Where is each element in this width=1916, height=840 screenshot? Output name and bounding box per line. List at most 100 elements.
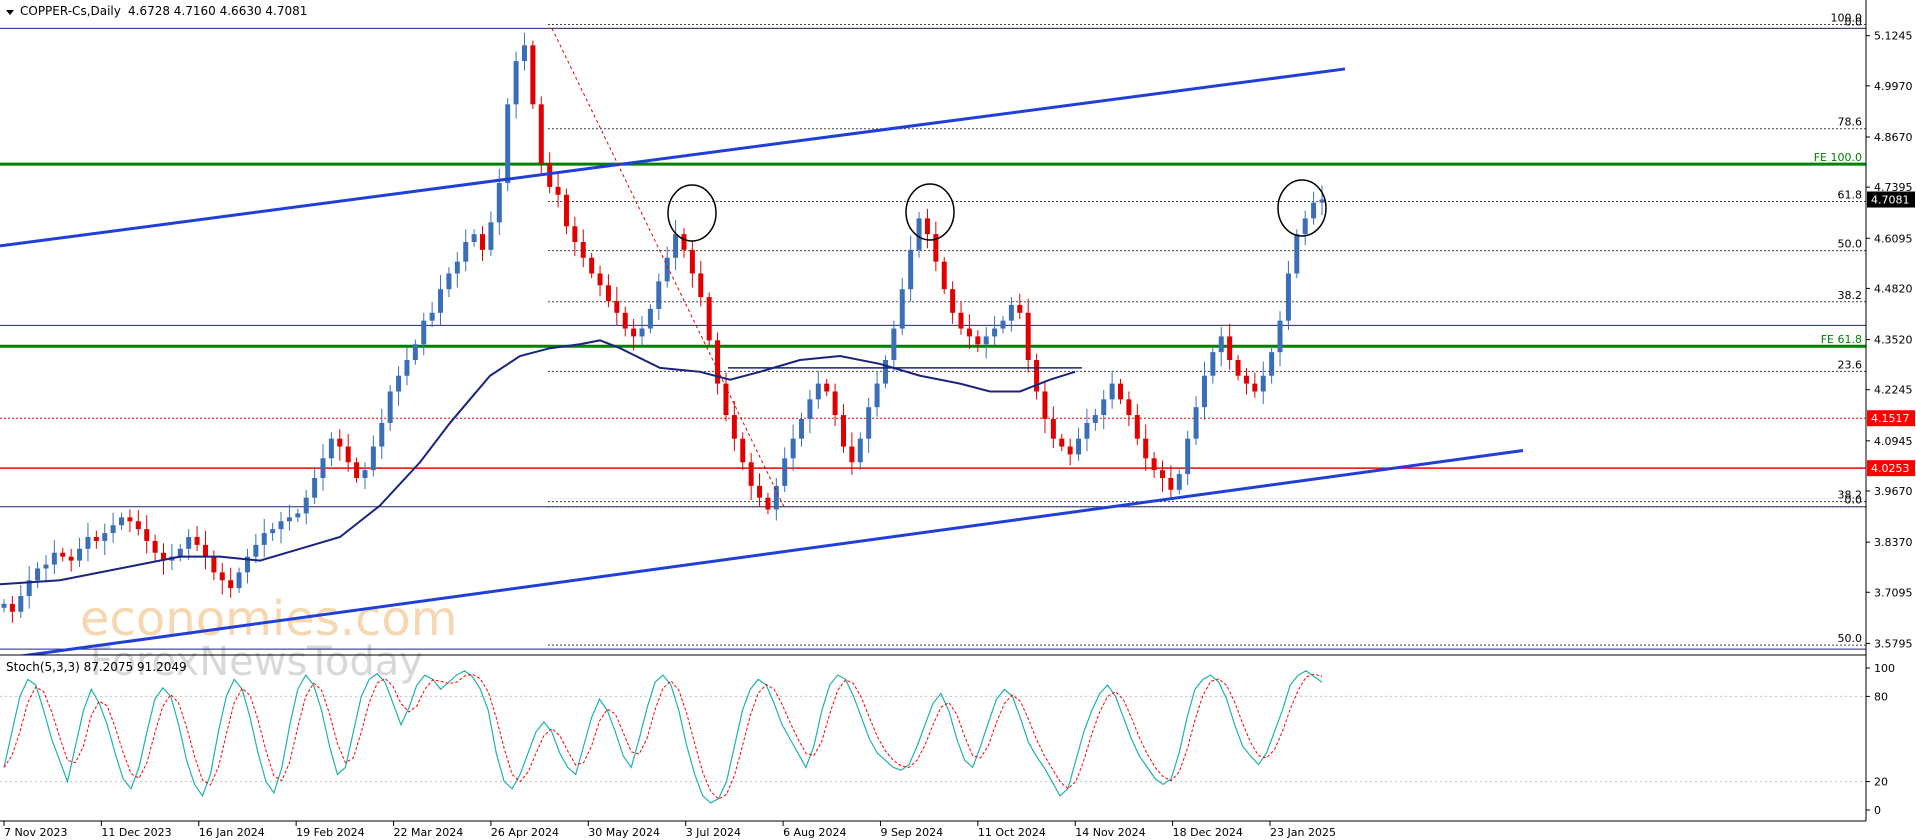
candle-body [1134,415,1140,439]
price-box-label: 4.1517 [1871,412,1910,425]
candle-body [656,281,662,309]
price-tick-label: 4.4820 [1874,282,1913,295]
candle-body [950,289,956,313]
candle-body [1143,438,1149,459]
candle-body [1076,438,1082,455]
candle-body [35,568,41,581]
candle-body [488,222,494,250]
candle-body [1227,336,1233,360]
candle-body [496,183,502,223]
candle-body [295,513,301,518]
fib-label: 38.2 [1838,289,1863,302]
price-chart[interactable]: economies.com ForexNewsToday 100.00.078.… [0,0,1916,840]
candle-body [874,383,880,408]
candle-body [639,328,645,337]
candle-body [186,537,192,549]
candle-body [345,446,351,463]
candle-body [1008,304,1014,321]
candle-body [840,415,846,447]
candle-body [815,383,821,400]
candle-body [631,328,637,337]
candle-body [513,61,519,105]
candle-body [698,273,704,298]
price-box-label: 4.7081 [1871,194,1910,207]
candle-body [9,603,15,612]
candle-body [975,336,981,345]
candle-body [782,458,788,486]
candle-body [1126,399,1132,416]
candle-body [530,45,536,105]
candle-body [1269,352,1275,376]
candle-body [807,399,813,419]
candle-body [849,446,855,463]
stoch-label: Stoch(5,3,3) 87.2075 91.2049 [6,660,187,674]
candle-body [505,104,511,183]
candle-body [429,312,435,321]
fib-label: FE 61.8 [1821,333,1862,346]
price-tick-label: 4.0945 [1874,435,1913,448]
candle-body [1,603,7,608]
fib-label: 23.6 [1838,358,1863,371]
candle-body [1235,360,1241,376]
price-box-label: 4.0253 [1871,462,1910,475]
candle-body [1311,202,1317,219]
candle-body [899,289,905,329]
candle-body [1243,375,1249,384]
stoch-tick-label: 80 [1874,690,1888,703]
price-tick-label: 4.8670 [1874,131,1913,144]
candle-body [119,517,125,526]
candle-body [866,407,872,439]
candle-body [379,422,385,447]
candle-body [177,548,183,557]
candle-body [857,438,863,463]
fib-label: 0.0 [1845,494,1863,507]
fib-label: 50.0 [1838,632,1863,645]
candle-body [337,438,343,447]
candle-body [1109,383,1115,400]
time-tick-label: 14 Nov 2024 [1075,826,1145,839]
candle-body [765,497,771,510]
candle-body [916,218,922,250]
candle-body [614,301,620,313]
time-tick-label: 6 Aug 2024 [783,826,846,839]
candle-body [77,548,83,561]
candle-body [1210,352,1216,376]
stoch-tick-label: 100 [1874,662,1895,675]
candle-body [1084,422,1090,439]
candle-body [144,529,150,541]
candle-body [328,438,334,459]
price-tick-label: 3.5795 [1874,637,1913,650]
candle-body [1067,446,1073,455]
candle-body [60,552,66,557]
candle-body [1092,415,1098,423]
time-tick-label: 30 May 2024 [588,826,660,839]
candle-body [605,285,611,301]
time-tick-label: 3 Jul 2024 [686,826,741,839]
time-tick-label: 22 Mar 2024 [394,826,464,839]
candle-body [647,308,653,329]
candle-body [589,257,595,274]
candle-body [454,261,460,274]
candle-body [438,289,444,313]
candle-body [320,458,326,478]
candle-body [446,273,452,290]
stoch-tick-label: 0 [1874,804,1881,817]
candle-body [396,375,402,392]
candle-body [1101,399,1107,416]
candle-body [799,419,805,439]
candle-body [1302,218,1308,235]
time-tick-label: 9 Sep 2024 [880,826,943,839]
candle-body [1159,470,1165,478]
candle-body [211,556,217,573]
candle-body [1285,273,1291,321]
candle-body [1277,320,1283,353]
time-tick-label: 16 Jan 2024 [199,826,265,839]
candle-body [538,104,544,164]
stoch-tick-label: 20 [1874,776,1888,789]
time-tick-label: 19 Feb 2024 [296,826,364,839]
price-tick-label: 4.2245 [1874,384,1913,397]
candle-body [152,540,158,553]
candle-body [832,391,838,416]
chart-background [0,0,1916,840]
candle-body [681,234,687,250]
